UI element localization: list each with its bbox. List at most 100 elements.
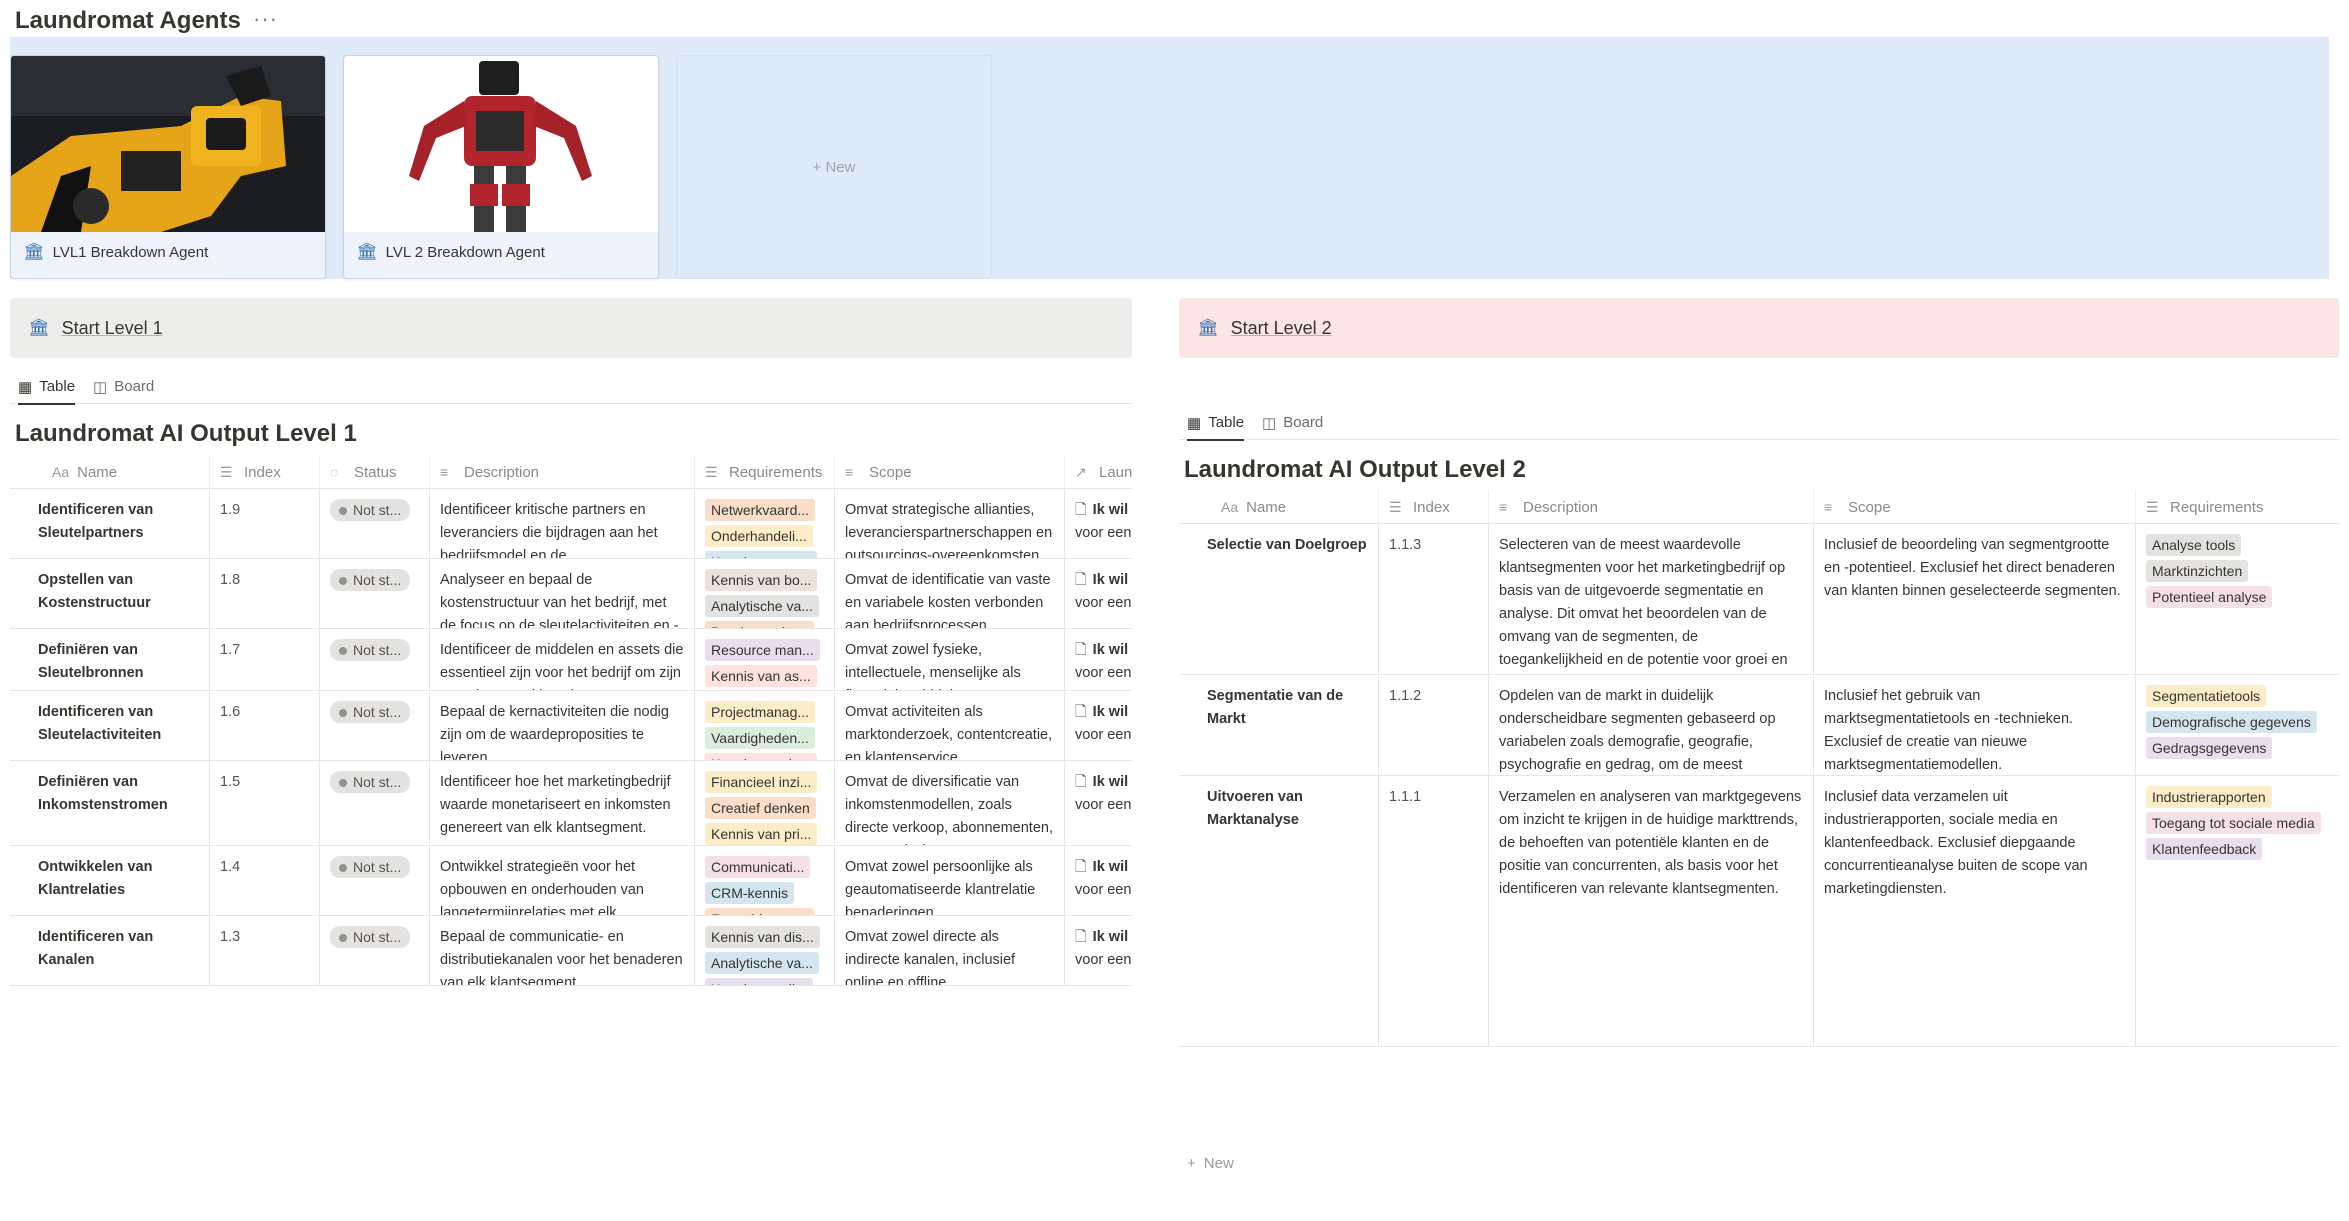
row-name[interactable]: Definiëren van Sleutelbronnen — [10, 629, 210, 690]
row-name[interactable]: Selectie van Doelgroep — [1179, 524, 1379, 674]
table-row[interactable]: Identificeren van Sleutelpartners 1.9 Not … — [10, 489, 1132, 559]
row-status[interactable]: Not st... — [320, 761, 430, 845]
requirement-tag[interactable]: Resource man... — [705, 639, 820, 661]
requirement-tag[interactable]: CRM-kennis — [705, 882, 795, 904]
requirement-tag[interactable]: Communicati... — [705, 856, 811, 878]
start-level-2-link[interactable]: Start Level 2 — [1231, 318, 1332, 339]
row-requirements[interactable]: Netwerkvaard... Onderhandeli... Kennis van… — [695, 489, 835, 558]
requirement-tag[interactable]: Analytische va... — [705, 595, 819, 617]
row-requirements[interactable]: Industrierapporten Toegang tot sociale me… — [2136, 776, 2339, 1046]
relation-title[interactable]: Ik wil — [1093, 704, 1128, 720]
relation-title[interactable]: Ik wil — [1093, 502, 1128, 518]
row-name[interactable]: Definiëren van Inkomstenstromen — [10, 761, 210, 845]
requirement-tag[interactable]: Empathie voo... — [705, 908, 815, 915]
requirement-tag[interactable]: Marktinzichten — [2146, 560, 2249, 582]
requirement-tag[interactable]: Kennis van de... — [705, 753, 818, 760]
header-link[interactable]: ↗ Laund — [1065, 455, 1132, 489]
header-status[interactable]: ◌ Status — [320, 455, 430, 489]
row-relation-link[interactable]: 🗋 Ik wil voor een r — [1065, 489, 1132, 558]
tab-board[interactable]: ◫ Board — [93, 370, 154, 404]
relation-title[interactable]: Ik wil — [1093, 642, 1128, 658]
row-requirements[interactable]: Projectmanag... Vaardigheden... Kennis van… — [695, 691, 835, 760]
status-badge[interactable]: Not st... — [330, 569, 411, 591]
row-requirements[interactable]: Kennis van dis... Analytische va... Kennis… — [695, 916, 835, 985]
row-requirements[interactable]: Resource man...Kennis van as...Strategis… — [695, 629, 835, 690]
relation-title[interactable]: Ik wil — [1093, 572, 1128, 588]
row-requirements[interactable]: Kennis van bo... Analytische va... Begrip … — [695, 559, 835, 628]
table-row[interactable]: Identificeren van Sleutelactiviteiten 1.6… — [10, 691, 1132, 761]
header-requirements[interactable]: ☰ Requirements — [695, 455, 835, 489]
header-description[interactable]: ≡ Description — [1489, 490, 1814, 524]
row-status[interactable]: Not st... — [320, 691, 430, 760]
header-name[interactable]: Aa Name — [1179, 490, 1379, 524]
row-relation-link[interactable]: 🗋 Ik wil voor een r — [1065, 846, 1132, 915]
relation-title[interactable]: Ik wil — [1093, 774, 1128, 790]
header-scope[interactable]: ≡ Scope — [835, 455, 1065, 489]
table-row[interactable]: Definiëren van Sleutelbronnen 1.7 Not st..… — [10, 629, 1132, 691]
row-name[interactable]: Identificeren van Kanalen — [10, 916, 210, 985]
row-relation-link[interactable]: 🗋 Ik wil voor een r — [1065, 559, 1132, 628]
requirement-tag[interactable]: Projectmanag... — [705, 701, 816, 723]
row-name[interactable]: Opstellen van Kostenstructuur — [10, 559, 210, 628]
table-row[interactable]: Uitvoeren van Marktanalyse 1.1.1 Verzamele… — [1179, 776, 2339, 1047]
row-status[interactable]: Not st... — [320, 846, 430, 915]
row-name[interactable]: Identificeren van Sleutelpartners — [10, 489, 210, 558]
table-row[interactable]: Identificeren van Kanalen 1.3 Not st... Bep… — [10, 916, 1132, 986]
row-relation-link[interactable]: 🗋 Ik wil voor een r — [1065, 761, 1132, 845]
row-requirements[interactable]: Segmentatietools Demografische gegevens Ge… — [2136, 675, 2339, 775]
table-row[interactable]: Segmentatie van de Markt 1.1.2 Opdelen van… — [1179, 675, 2339, 776]
header-index[interactable]: ☰ Index — [210, 455, 320, 489]
requirement-tag[interactable]: Segmentatietools — [2146, 685, 2267, 707]
gallery-new-button[interactable]: + New — [676, 55, 992, 279]
requirement-tag[interactable]: Kennis van co... — [705, 551, 817, 558]
add-row-button[interactable]: + New — [1187, 1155, 1234, 1172]
row-requirements[interactable]: Communicati... CRM-kennis Empathie voo... — [695, 846, 835, 915]
requirement-tag[interactable]: Financieel inzi... — [705, 771, 818, 793]
status-badge[interactable]: Not st... — [330, 639, 411, 661]
requirement-tag[interactable]: Kennis van as... — [705, 665, 817, 687]
requirement-tag[interactable]: Kennis van dis... — [705, 926, 820, 948]
requirement-tag[interactable]: Demografische gegevens — [2146, 711, 2317, 733]
header-name[interactable]: Aa Name — [10, 455, 210, 489]
tab-table[interactable]: ▦ Table — [18, 370, 76, 405]
header-requirements[interactable]: ☰ Requirements — [2136, 490, 2339, 524]
requirement-tag[interactable]: Kennis van bo... — [705, 569, 818, 591]
requirement-tag[interactable]: Toegang tot sociale media — [2146, 812, 2321, 834]
requirement-tag[interactable]: Kennis van di... — [705, 978, 813, 985]
requirement-tag[interactable]: Analytische va... — [705, 952, 819, 974]
table-row[interactable]: Opstellen van Kostenstructuur 1.8 Not st..… — [10, 559, 1132, 629]
row-name[interactable]: Identificeren van Sleutelactiviteiten — [10, 691, 210, 760]
table-row[interactable]: Ontwikkelen van Klantrelaties 1.4 Not st..… — [10, 846, 1132, 916]
status-badge[interactable]: Not st... — [330, 771, 411, 793]
requirement-tag[interactable]: Vaardigheden... — [705, 727, 815, 749]
table-row[interactable]: Selectie van Doelgroep 1.1.3 Selecteren va… — [1179, 524, 2339, 675]
row-status[interactable]: Not st... — [320, 559, 430, 628]
requirement-tag[interactable]: Klantenfeedback — [2146, 838, 2263, 860]
header-index[interactable]: ☰ Index — [1379, 490, 1489, 524]
relation-title[interactable]: Ik wil — [1093, 859, 1128, 875]
requirement-tag[interactable]: Kennis van pri... — [705, 823, 818, 845]
header-scope[interactable]: ≡ Scope — [1814, 490, 2136, 524]
row-relation-link[interactable]: 🗋 Ik wil voor een r — [1065, 691, 1132, 760]
gallery-card-lvl2[interactable]: 🏛 LVL 2 Breakdown Agent — [343, 55, 659, 279]
more-options-icon[interactable]: ··· — [253, 4, 278, 34]
row-relation-link[interactable]: 🗋 Ik wil voor een r — [1065, 629, 1132, 690]
requirement-tag[interactable]: Industrierapporten — [2146, 786, 2272, 808]
row-status[interactable]: Not st... — [320, 489, 430, 558]
requirement-tag[interactable]: Potentieel analyse — [2146, 586, 2273, 608]
status-badge[interactable]: Not st... — [330, 856, 411, 878]
header-description[interactable]: ≡ Description — [430, 455, 695, 489]
row-requirements[interactable]: Analyse tools Marktinzichten Potentieel an… — [2136, 524, 2339, 674]
row-status[interactable]: Not st... — [320, 916, 430, 985]
row-status[interactable]: Not st... — [320, 629, 430, 690]
requirement-tag[interactable]: Onderhandeli... — [705, 525, 813, 547]
start-level-1-link[interactable]: Start Level 1 — [62, 318, 163, 339]
row-name[interactable]: Ontwikkelen van Klantrelaties — [10, 846, 210, 915]
status-badge[interactable]: Not st... — [330, 701, 411, 723]
requirement-tag[interactable]: Netwerkvaard... — [705, 499, 816, 521]
table-row[interactable]: Definiëren van Inkomstenstromen 1.5 Not st… — [10, 761, 1132, 846]
requirement-tag[interactable]: Begrip van ko... — [705, 621, 815, 628]
requirement-tag[interactable]: Creatief denken — [705, 797, 816, 819]
row-requirements[interactable]: Financieel inzi... Creatief denken Kennis … — [695, 761, 835, 845]
status-badge[interactable]: Not st... — [330, 926, 411, 948]
